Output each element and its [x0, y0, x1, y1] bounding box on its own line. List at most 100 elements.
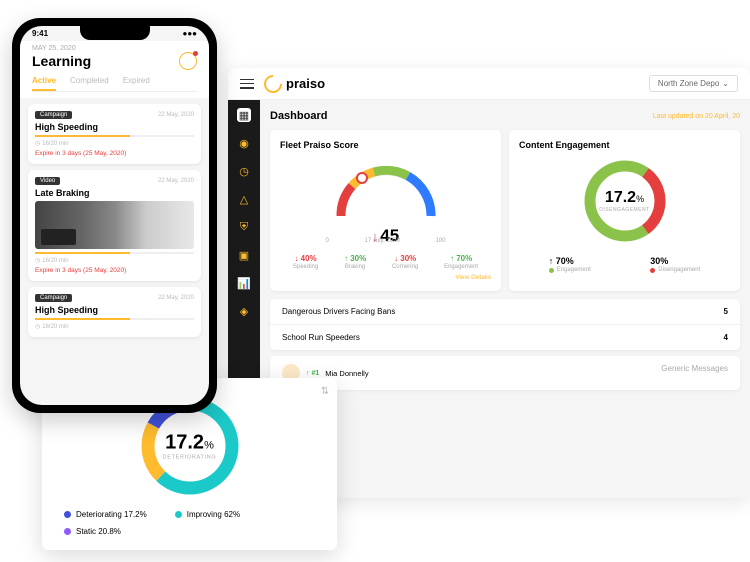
card-badge: Campaign: [35, 111, 72, 119]
hamburger-icon[interactable]: [240, 79, 254, 89]
brand-logo[interactable]: praiso: [264, 75, 325, 93]
driver-rank: ↑ #1: [306, 370, 319, 377]
shield-icon[interactable]: ⛨: [237, 220, 251, 234]
warning-icon[interactable]: △: [237, 192, 251, 206]
fleet-score-card: Fleet Praiso Score ↓ 45: [270, 130, 501, 291]
collapse-icon[interactable]: ⇅: [321, 386, 329, 397]
map-icon[interactable]: ▣: [237, 248, 251, 262]
phone-mockup: 9:41 ●●● MAY 25, 2020 Learning Active Com…: [12, 18, 217, 413]
progress-bar: [35, 318, 194, 320]
list-item[interactable]: Dangerous Drivers Facing Bans5: [270, 299, 740, 325]
phone-notch: [80, 26, 150, 40]
clock-icon: ◷: [35, 323, 40, 330]
phone-screen: 9:41 ●●● MAY 25, 2020 Learning Active Com…: [20, 26, 209, 405]
card-meta: ◷ 16/20 min: [35, 323, 194, 330]
page-title: Dashboard: [270, 110, 327, 122]
metric-value: ↑ 30%: [344, 254, 366, 263]
metric-label: Cornering: [392, 264, 418, 270]
card-date: 22 May, 2020: [158, 112, 194, 118]
legend-item: Deteriorating 17.2%: [64, 510, 147, 519]
card-meta: ◷ 16/20 min: [35, 140, 194, 147]
phone-tabs: Active Completed Expired: [32, 76, 197, 92]
gauge-ticks: 0 17 July, 2020 100: [326, 238, 446, 244]
chart-icon[interactable]: 📊: [237, 276, 251, 290]
card-title: Content Engagement: [519, 140, 730, 150]
metric-value: ↓ 40%: [293, 254, 318, 263]
row-label: School Run Speeders: [282, 333, 360, 342]
metric-braking: ↑ 30%Braking: [344, 254, 366, 270]
gauge-svg: [326, 156, 446, 226]
learning-card[interactable]: Campaign 22 May, 2020 High Speeding ◷ 16/…: [28, 287, 201, 337]
clock-icon: ◷: [35, 140, 40, 147]
legend-dot: [64, 528, 71, 535]
metric-value: ↑ 70%: [549, 256, 591, 266]
metric-label: Engagement: [549, 267, 591, 273]
view-details-link[interactable]: View Details: [280, 274, 491, 281]
tab-active[interactable]: Active: [32, 76, 56, 91]
fleet-metrics: ↓ 40%Speeding ↑ 30%Braking ↓ 30%Cornering ↑…: [280, 254, 491, 270]
progress-bar: [35, 135, 194, 137]
row-value: 5: [724, 307, 728, 316]
depot-label: North Zone Depo: [658, 79, 719, 88]
learning-card[interactable]: Campaign22 May, 2020 High Speeding ◷ 16/…: [28, 104, 201, 164]
donut-chart: 17.2% DISENGAGEMENT: [580, 156, 670, 246]
phone-signal-icon: ●●●: [183, 29, 198, 38]
tab-completed[interactable]: Completed: [70, 76, 109, 91]
metric-engagement: ↑ 70%Engagement: [549, 256, 591, 273]
phone-header: MAY 25, 2020 Learning Active Completed Exp…: [20, 41, 209, 98]
metric-label: Disengagement: [650, 267, 700, 273]
legend-dot: [64, 511, 71, 518]
card-title: Late Braking: [35, 188, 194, 198]
clock-icon: ◷: [35, 257, 40, 264]
engagement-card: Content Engagement 17.2% DISENGAGEMENT ↑…: [509, 130, 740, 291]
card-date: 22 May, 2020: [158, 178, 194, 184]
card-badge: Campaign: [35, 294, 72, 302]
last-updated: Last updated on 20 April, 20: [653, 113, 740, 120]
legend-label: Static 20.8%: [76, 527, 121, 536]
card-meta: ◷ 16/20 min: [35, 257, 194, 264]
metric-disengagement: 30%Disengagement: [650, 256, 700, 273]
chevron-down-icon: ⌄: [722, 79, 729, 88]
metric-speeding: ↓ 40%Speeding: [293, 254, 318, 270]
phone-time: 9:41: [32, 29, 48, 38]
learning-card[interactable]: Video 22 May, 2020 Late Braking ◷ 16/20 m…: [28, 170, 201, 281]
popup-center: 17.2% DETERIORATING: [163, 432, 217, 461]
card-title: Fleet Praiso Score: [280, 140, 491, 150]
card-expire: Expire in 3 days (25 May, 2020): [35, 267, 194, 274]
list-item[interactable]: School Run Speeders4: [270, 325, 740, 350]
phone-title: Learning: [32, 53, 91, 69]
card-date: 22 May, 2020: [158, 295, 194, 301]
legend-item: Static 20.8%: [64, 527, 121, 536]
gauge-chart: ↓ 45 0 17 July, 2020 100: [280, 156, 491, 244]
desktop-topbar: praiso North Zone Depo ⌄: [228, 68, 750, 100]
driver-row[interactable]: ↑ #1 Mia Donnelly Generic Messages: [270, 356, 740, 390]
metric-cornering: ↓ 30%Cornering: [392, 254, 418, 270]
metric-value: 30%: [650, 256, 700, 266]
metric-engagement: ↑ 70%Engagement: [444, 254, 478, 270]
driver-name: Mia Donnelly: [325, 369, 368, 378]
engagement-metrics: ↑ 70%Engagement 30%Disengagement: [519, 256, 730, 273]
phone-card-list[interactable]: Campaign 22 May, 2020 High Speeding ◷ 16/…: [20, 98, 209, 399]
logo-icon: [260, 71, 285, 96]
card-image: [35, 201, 194, 249]
card-title: High Speeding: [35, 305, 194, 315]
metric-label: Engagement: [444, 264, 478, 270]
legend-label: Deteriorating 17.2%: [76, 510, 147, 519]
help-icon[interactable]: ◈: [237, 304, 251, 318]
tab-expired[interactable]: Expired: [123, 76, 150, 91]
phone-date: MAY 25, 2020: [32, 45, 197, 52]
gauge-icon[interactable]: ◉: [237, 136, 251, 150]
legend-dot: [175, 511, 182, 518]
brand-name: praiso: [286, 76, 325, 91]
card-expire: Expire in 3 days (25 May, 2020): [35, 150, 194, 157]
popup-legend: Deteriorating 17.2% Improving 62% Static 2…: [56, 510, 323, 536]
metric-value: ↓ 30%: [392, 254, 418, 263]
depot-selector[interactable]: North Zone Depo ⌄: [649, 75, 738, 92]
metric-value: ↑ 70%: [444, 254, 478, 263]
card-badge: Video: [35, 177, 60, 185]
clock-icon[interactable]: ◷: [237, 164, 251, 178]
legend-item: Improving 62%: [175, 510, 240, 519]
metric-label: Braking: [344, 264, 366, 270]
grid-icon[interactable]: ▦: [237, 108, 251, 122]
avatar-icon[interactable]: [179, 52, 197, 70]
